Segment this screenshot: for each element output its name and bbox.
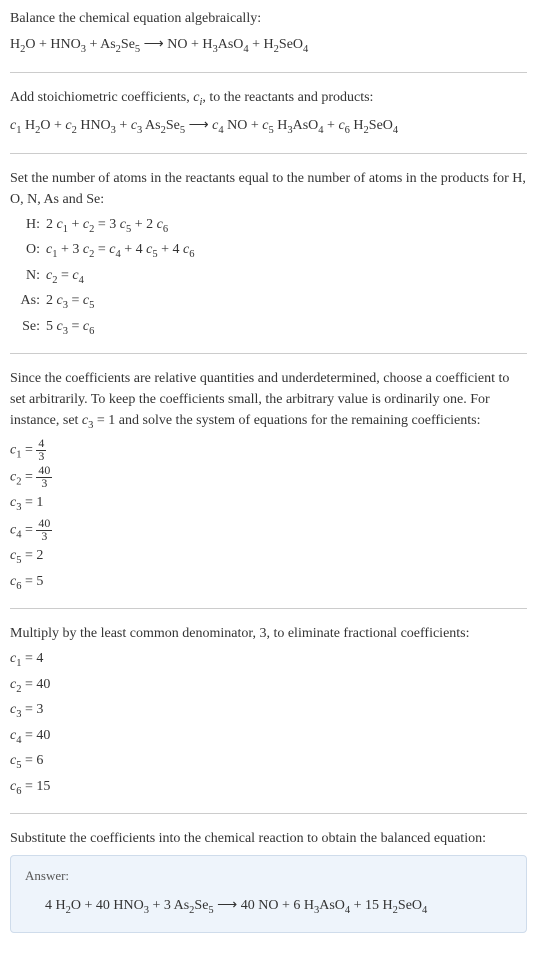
divider [10,353,527,354]
coef-item: c4 = 403 [10,518,527,543]
coef-item: c2 = 40 [10,674,527,698]
atom-label: O: [10,239,40,263]
intro-reaction: H2O + HNO3 + As2Se5 ⟶ NO + H3AsO4 + H2Se… [10,33,527,58]
atom-eq: c2 = c4 [46,265,527,289]
coef-item: c1 = 4 [10,648,527,672]
stoich-section: Add stoichiometric coefficients, ci, to … [10,87,527,139]
atom-label: N: [10,265,40,289]
atom-eq: 5 c3 = c6 [46,316,527,340]
atom-eq: c1 + 3 c2 = c4 + 4 c5 + 4 c6 [46,239,527,263]
multiply-section: Multiply by the least common denominator… [10,623,527,799]
atoms-prompt: Set the number of atoms in the reactants… [10,168,527,210]
solve-section: Since the coefficients are relative quan… [10,368,527,594]
solve-prompt: Since the coefficients are relative quan… [10,368,527,434]
coef-item: c5 = 6 [10,750,527,774]
coef-item: c5 = 2 [10,545,527,569]
intro-section: Balance the chemical equation algebraica… [10,8,527,58]
intro-text: Balance the chemical equation algebraica… [10,8,527,29]
atom-label: H: [10,214,40,238]
divider [10,813,527,814]
stoich-equation: c1 H2O + c2 HNO3 + c3 As2Se5 ⟶ c4 NO + c… [10,114,527,139]
coef-item: c1 = 43 [10,438,527,463]
atom-eq: 2 c3 = c5 [46,290,527,314]
coef-item: c3 = 3 [10,699,527,723]
atom-label: Se: [10,316,40,340]
coef-item: c6 = 5 [10,571,527,595]
substitute-prompt: Substitute the coefficients into the che… [10,828,527,849]
answer-box: Answer: 4 H2O + 40 HNO3 + 3 As2Se5 ⟶ 40 … [10,855,527,933]
coef-item: c2 = 403 [10,465,527,490]
divider [10,72,527,73]
coef-item: c4 = 40 [10,725,527,749]
answer-label: Answer: [25,866,512,886]
multiply-coefs: c1 = 4 c2 = 40 c3 = 3 c4 = 40 c5 = 6 c6 … [10,648,527,799]
atom-eq: 2 c1 + c2 = 3 c5 + 2 c6 [46,214,527,238]
solve-coefs: c1 = 43 c2 = 403 c3 = 1 c4 = 403 c5 = 2 … [10,438,527,594]
answer-equation: 4 H2O + 40 HNO3 + 3 As2Se5 ⟶ 40 NO + 6 H… [25,894,512,919]
divider [10,608,527,609]
coef-item: c6 = 15 [10,776,527,800]
atoms-section: Set the number of atoms in the reactants… [10,168,527,340]
multiply-prompt: Multiply by the least common denominator… [10,623,527,644]
stoich-prompt: Add stoichiometric coefficients, ci, to … [10,87,527,111]
atoms-grid: H: 2 c1 + c2 = 3 c5 + 2 c6 O: c1 + 3 c2 … [10,214,527,340]
divider [10,153,527,154]
coef-item: c3 = 1 [10,492,527,516]
atom-label: As: [10,290,40,314]
substitute-section: Substitute the coefficients into the che… [10,828,527,933]
